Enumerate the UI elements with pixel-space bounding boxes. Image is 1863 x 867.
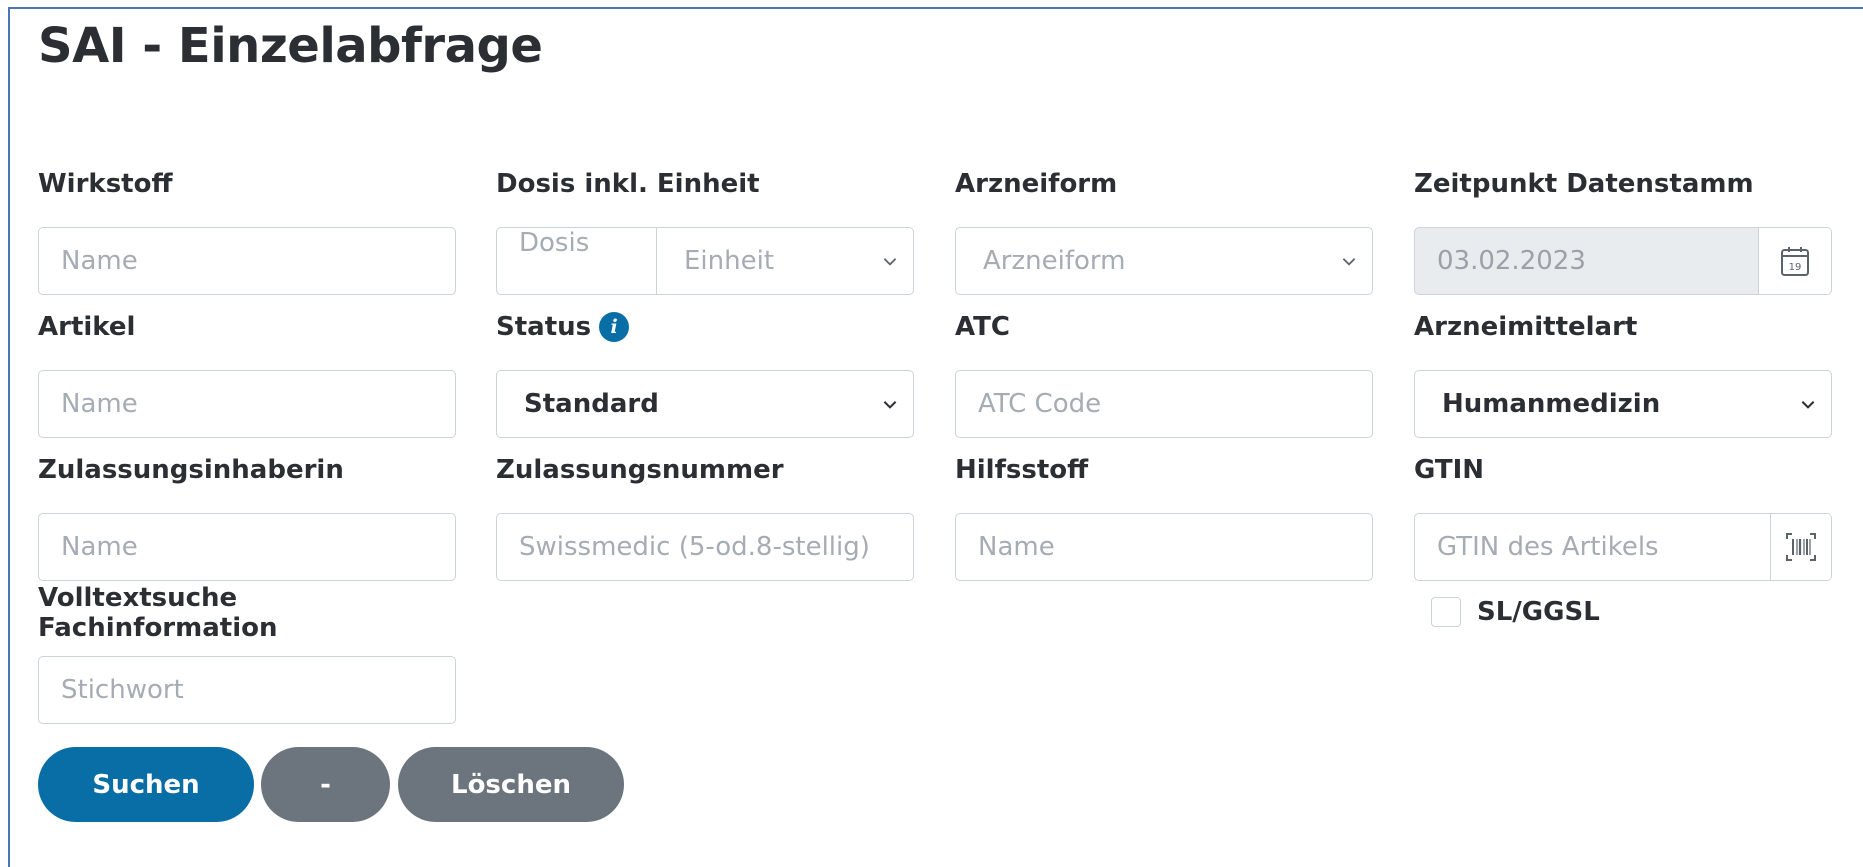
zeitpunkt-group: Zeitpunkt Datenstamm 03.02.2023 19 [1414,164,1832,295]
sl-ggsl-checkbox[interactable] [1431,597,1461,627]
barcode-icon [1785,533,1816,561]
search-button[interactable]: Suchen [38,747,254,822]
sl-ggsl-checkbox-row[interactable]: SL/GGSL [1431,597,1600,627]
dosis-input[interactable] [497,228,656,258]
status-label-row: Status i [496,307,914,347]
arzneimittelart-label: Arzneimittelart [1414,312,1638,342]
clear-button[interactable]: Löschen [398,747,624,822]
volltext-control [38,656,456,724]
arzneimittelart-control: Humanmedizin [1414,370,1832,438]
zeitpunkt-control: 03.02.2023 19 [1414,227,1832,295]
dosis-control: Einheit [496,227,914,295]
arzneiform-group: Arzneiform Arzneiform [955,164,1373,295]
wirkstoff-label: Wirkstoff [38,169,173,199]
calendar-day: 19 [1789,262,1802,273]
hilfsstoff-label: Hilfsstoff [955,455,1089,485]
arzneimittelart-select[interactable]: Humanmedizin [1415,371,1831,437]
artikel-group: Artikel [38,307,456,438]
atc-group: ATC [955,307,1373,438]
volltext-group: Volltextsuche Fachinformation [38,583,456,724]
barcode-scan-button[interactable] [1769,514,1831,580]
einheit-select[interactable]: Einheit [657,228,913,294]
artikel-control [38,370,456,438]
chevron-down-icon [1342,258,1356,266]
zulassungsinhaberin-control [38,513,456,581]
volltext-label: Volltextsuche Fachinformation [38,583,278,643]
atc-label: ATC [955,312,1010,342]
zulassungsnummer-control [496,513,914,581]
chevron-down-icon [883,258,897,266]
arzneimittelart-group: Arzneimittelart Humanmedizin [1414,307,1832,438]
sl-ggsl-label: SL/GGSL [1477,597,1600,627]
hilfsstoff-control [955,513,1373,581]
status-select-text: Standard [524,389,659,419]
arzneiform-select-text: Arzneiform [983,246,1126,276]
dosis-group: Dosis inkl. Einheit Einheit [496,164,914,295]
gtin-input[interactable] [1415,514,1770,580]
chevron-down-icon [883,401,897,409]
einheit-select-text: Einheit [684,246,775,276]
status-select[interactable]: Standard [497,371,913,437]
zulassungsinhaberin-label: Zulassungsinhaberin [38,455,344,485]
gtin-group: GTIN [1414,450,1832,581]
zeitpunkt-label: Zeitpunkt Datenstamm [1414,169,1754,199]
dosis-wrapper [497,228,657,294]
calendar-icon: 19 [1781,247,1809,276]
collapse-button[interactable]: - [261,747,390,822]
page-title: SAI - Einzelabfrage [38,18,543,74]
arzneiform-control: Arzneiform [955,227,1373,295]
gtin-label: GTIN [1414,455,1485,485]
zulassungsinhaberin-input[interactable] [39,514,455,580]
zeitpunkt-value: 03.02.2023 [1437,246,1586,276]
arzneiform-select[interactable]: Arzneiform [956,228,1372,294]
chevron-down-icon [1801,401,1815,409]
artikel-label: Artikel [38,312,136,342]
calendar-button[interactable]: 19 [1758,228,1831,294]
hilfsstoff-group: Hilfsstoff [955,450,1373,581]
info-icon[interactable]: i [599,312,630,342]
artikel-input[interactable] [39,371,455,437]
zulassungsnummer-group: Zulassungsnummer [496,450,914,581]
atc-control [955,370,1373,438]
arzneiform-label: Arzneiform [955,169,1118,199]
atc-input[interactable] [956,371,1372,437]
wirkstoff-control [38,227,456,295]
zulassungsnummer-input[interactable] [497,514,913,580]
gtin-control [1414,513,1832,581]
volltext-input[interactable] [39,657,455,723]
hilfsstoff-input[interactable] [956,514,1372,580]
wirkstoff-input[interactable] [39,228,455,294]
dosis-label: Dosis inkl. Einheit [496,169,760,199]
status-group: Status i Standard [496,307,914,438]
zulassungsnummer-label: Zulassungsnummer [496,455,784,485]
arzneimittelart-select-text: Humanmedizin [1442,389,1661,419]
zulassungsinhaberin-group: Zulassungsinhaberin [38,450,456,581]
status-control: Standard [496,370,914,438]
wirkstoff-group: Wirkstoff [38,164,456,295]
status-label: Status [496,312,592,342]
